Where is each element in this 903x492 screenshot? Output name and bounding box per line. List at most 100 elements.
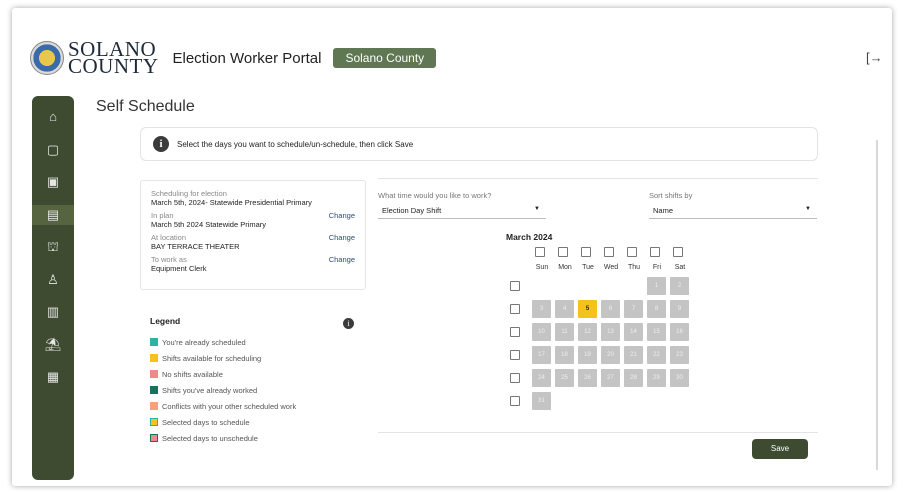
calendar-day[interactable]: 2: [670, 277, 689, 295]
calendar-check-icon[interactable]: ▣: [32, 172, 74, 192]
election-label: Scheduling for election: [151, 189, 227, 198]
weekday-label: Mon: [558, 264, 572, 271]
calendar-day[interactable]: 10: [532, 323, 551, 341]
calendar-day[interactable]: 25: [555, 369, 574, 387]
save-button[interactable]: Save: [752, 439, 808, 459]
calendar-day[interactable]: 8: [647, 300, 666, 318]
week-checkbox[interactable]: [510, 327, 520, 337]
weekday-checkbox[interactable]: [535, 247, 545, 257]
change-plan-link[interactable]: Change: [329, 211, 355, 220]
weekday-label: Thu: [627, 264, 641, 271]
calendar-clock-icon[interactable]: ▥: [32, 302, 74, 322]
calendar-day[interactable]: 4: [555, 300, 574, 318]
legend-label: Selected days to unschedule: [162, 433, 258, 443]
week-checkbox[interactable]: [510, 350, 520, 360]
plan-row: In plan March 5th 2024 Statewide Primary…: [151, 211, 355, 229]
calendar-day[interactable]: 29: [647, 369, 666, 387]
legend-item: Shifts available for scheduling: [150, 350, 356, 366]
calendar-day[interactable]: 22: [647, 346, 666, 364]
calendar-day[interactable]: 12: [578, 323, 597, 341]
week-checkbox[interactable]: [510, 396, 520, 406]
caret-down-icon: ▼: [805, 206, 811, 212]
legend-item: You're already scheduled: [150, 334, 356, 350]
calendar-day[interactable]: 20: [601, 346, 620, 364]
home-icon[interactable]: ⌂: [32, 107, 74, 127]
weekday-label: Tue: [582, 264, 594, 271]
calendar-day[interactable]: 6: [601, 300, 620, 318]
calendar-day[interactable]: 7: [624, 300, 643, 318]
calendar-day[interactable]: 28: [624, 369, 643, 387]
building-icon[interactable]: ▦: [32, 367, 74, 387]
weekday-label: Sun: [535, 264, 549, 271]
legend-item: No shifts available: [150, 366, 356, 382]
user-icon[interactable]: ♙: [32, 270, 74, 290]
legend-swatch: [150, 338, 158, 346]
week-checkbox[interactable]: [510, 281, 520, 291]
weekday-checkbox[interactable]: [650, 247, 660, 257]
calendar-day[interactable]: 23: [670, 346, 689, 364]
calendar-day[interactable]: 5: [578, 300, 597, 318]
sidebar: ⌂ ▢ ▣ ▤ ⛫ ♙ ▥ ⛱ ▦: [32, 96, 74, 480]
scheduling-summary: Scheduling for election March 5th, 2024-…: [140, 180, 366, 290]
weekday-checkbox[interactable]: [627, 247, 637, 257]
divider: [378, 432, 818, 433]
calendar-day[interactable]: 19: [578, 346, 597, 364]
legend-swatch: [150, 434, 158, 442]
change-role-link[interactable]: Change: [329, 255, 355, 264]
legend-item: Selected days to unschedule: [150, 430, 356, 446]
week-checkbox[interactable]: [510, 373, 520, 383]
legend-swatch: [150, 402, 158, 410]
weekday-checkbox[interactable]: [581, 247, 591, 257]
calendar-day[interactable]: 27: [601, 369, 620, 387]
legend-item: Selected days to schedule: [150, 414, 356, 430]
calendar-icon[interactable]: ▢: [32, 140, 74, 160]
legend-label: No shifts available: [162, 369, 223, 379]
legend-label: Shifts available for scheduling: [162, 353, 262, 363]
weekday-checkbox[interactable]: [673, 247, 683, 257]
calendar-month: March 2024: [506, 232, 553, 242]
calendar-day[interactable]: 18: [555, 346, 574, 364]
calendar-day[interactable]: 16: [670, 323, 689, 341]
legend-swatch: [150, 418, 158, 426]
app-header: SOLANO COUNTY Election Worker Portal Sol…: [30, 36, 437, 80]
legend-label: Selected days to schedule: [162, 417, 250, 427]
week-checkbox[interactable]: [510, 304, 520, 314]
work-time-select[interactable]: Election Day Shift ▼: [378, 201, 546, 219]
calendar-day[interactable]: 31: [532, 392, 551, 410]
calendar-day[interactable]: 26: [578, 369, 597, 387]
calendar-day[interactable]: 15: [647, 323, 666, 341]
weekday-label: Fri: [652, 264, 662, 271]
legend-label: You're already scheduled: [162, 337, 246, 347]
legend-swatch: [150, 354, 158, 362]
calendar-day[interactable]: 1: [647, 277, 666, 295]
election-row: Scheduling for election March 5th, 2024-…: [151, 189, 355, 207]
beach-icon[interactable]: ⛱: [32, 335, 74, 355]
calendar-day[interactable]: 3: [532, 300, 551, 318]
calendar-day[interactable]: 11: [555, 323, 574, 341]
weekday-checkbox[interactable]: [604, 247, 614, 257]
location-label: At location: [151, 233, 187, 242]
work-time-label: What time would you like to work?: [378, 191, 492, 200]
divider: [378, 178, 818, 179]
weekday-checkbox[interactable]: [558, 247, 568, 257]
info-icon: i: [153, 136, 169, 152]
legend-info-icon[interactable]: i: [343, 318, 354, 329]
logout-icon[interactable]: [→: [866, 50, 883, 65]
change-location-link[interactable]: Change: [329, 233, 355, 242]
sort-select[interactable]: Name ▼: [649, 201, 817, 219]
calendar-day[interactable]: 14: [624, 323, 643, 341]
calendar-day[interactable]: 13: [601, 323, 620, 341]
calendar-day[interactable]: 21: [624, 346, 643, 364]
county-badge[interactable]: Solano County: [333, 48, 437, 68]
sort-label: Sort shifts by: [649, 191, 693, 200]
calendar-schedule-icon[interactable]: ▤: [32, 204, 74, 225]
calendar-day[interactable]: 17: [532, 346, 551, 364]
classroom-icon[interactable]: ⛫: [32, 237, 74, 257]
calendar-day[interactable]: 9: [670, 300, 689, 318]
calendar-day[interactable]: 30: [670, 369, 689, 387]
legend-title: Legend: [150, 316, 181, 326]
page-title: Self Schedule: [96, 98, 195, 115]
calendar-day[interactable]: 24: [532, 369, 551, 387]
scrollbar[interactable]: [876, 140, 878, 470]
brand-line-2: COUNTY: [68, 54, 159, 78]
